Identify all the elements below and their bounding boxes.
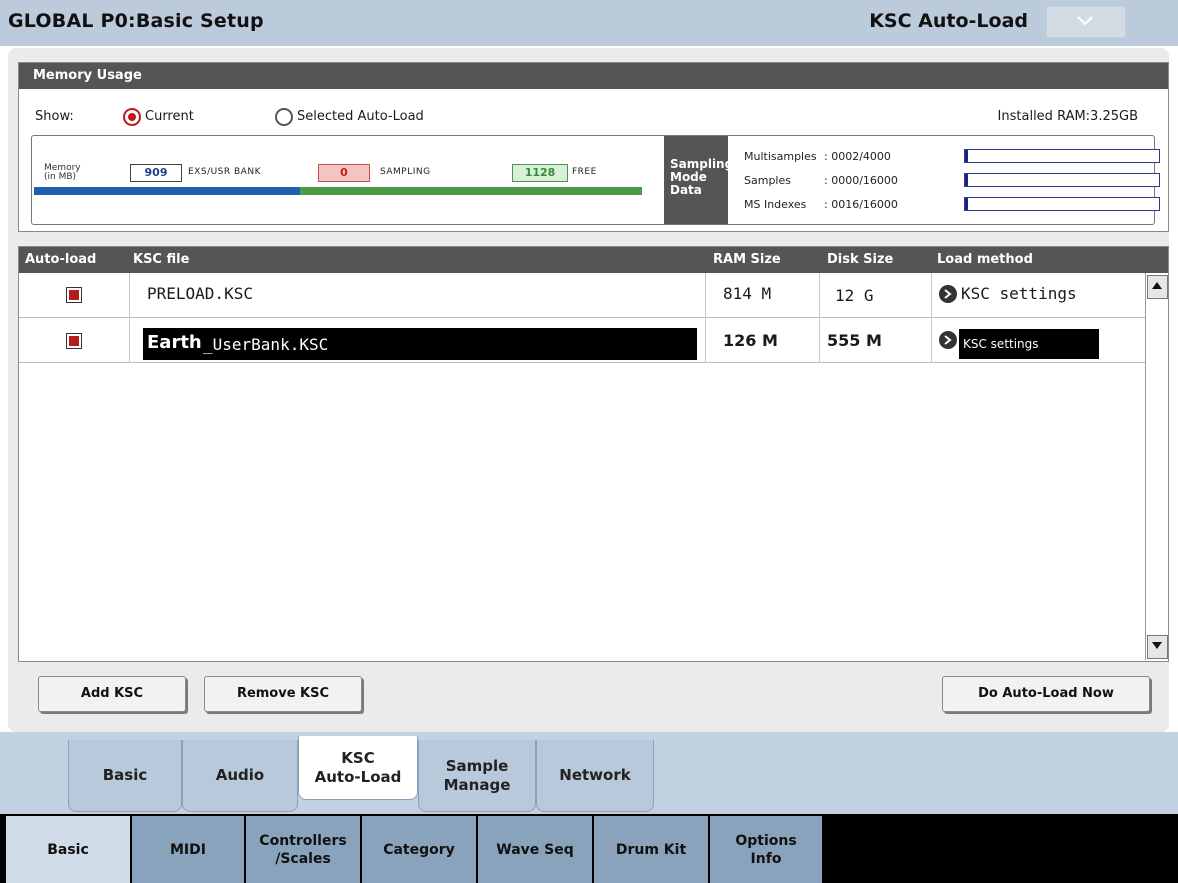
radio-current[interactable]	[123, 108, 141, 126]
column-divider	[819, 273, 820, 363]
ksc-file-name: PRELOAD.KSC	[147, 284, 253, 303]
column-divider	[705, 273, 706, 363]
multisamples-row: Multisamples: 0002/4000	[744, 150, 891, 163]
tab-midi[interactable]: MIDI	[132, 816, 246, 883]
ksc-table: Auto-load KSC file RAM Size Disk Size Lo…	[18, 246, 1169, 662]
page-menu-dropdown[interactable]	[1046, 6, 1126, 38]
col-load-method: Load method	[937, 252, 1033, 267]
tab-basic-sub[interactable]: Basic	[68, 740, 182, 812]
scroll-up-button[interactable]	[1147, 275, 1168, 299]
memory-usage-panel: Memory Usage Show: Current Selected Auto…	[18, 62, 1169, 232]
chevron-right-icon	[939, 331, 957, 349]
samples-row: Samples: 0000/16000	[744, 174, 898, 187]
free-usage-bar	[300, 187, 642, 195]
ram-size: 126 M	[723, 331, 778, 350]
table-scrollbar[interactable]	[1145, 273, 1168, 660]
col-disk-size: Disk Size	[827, 252, 894, 267]
column-divider	[931, 273, 932, 363]
exs-usr-bank-label: EXS/USR BANK	[188, 167, 261, 177]
radio-current-label[interactable]: Current	[145, 109, 194, 124]
tab-ksc-auto-load[interactable]: KSC Auto-Load	[298, 736, 418, 800]
tab-drum-kit[interactable]: Drum Kit	[594, 816, 710, 883]
samples-meter	[964, 173, 1160, 187]
chevron-right-icon	[939, 285, 957, 303]
installed-ram: Installed RAM:3.25GB	[997, 109, 1138, 124]
show-label: Show:	[35, 109, 74, 124]
tab-category[interactable]: Category	[362, 816, 478, 883]
radio-selected-auto-load-label[interactable]: Selected Auto-Load	[297, 109, 424, 124]
sampling-mode-data-label: Sampling Mode Data	[664, 136, 733, 224]
col-ram-size: RAM Size	[713, 252, 781, 267]
tab-network[interactable]: Network	[536, 740, 654, 812]
memory-chart: Memory (in MB) 909 EXS/USR BANK 0 SAMPLI…	[31, 135, 1160, 225]
table-row[interactable]: Earth _UserBank.KSC 126 M 555 M KSC sett…	[19, 318, 1145, 363]
free-label: FREE	[572, 167, 597, 177]
table-header: Auto-load KSC file RAM Size Disk Size Lo…	[19, 247, 1168, 273]
sampling-value: 0	[318, 164, 370, 182]
col-ksc-file: KSC file	[133, 252, 190, 267]
column-divider	[129, 273, 130, 363]
radio-selected-auto-load[interactable]	[275, 108, 293, 126]
ms-indexes-meter	[964, 197, 1160, 211]
tab-basic[interactable]: Basic	[6, 816, 132, 883]
load-method-value[interactable]: KSC settings	[961, 284, 1077, 303]
free-value: 1128	[512, 164, 568, 182]
ram-size: 814 M	[723, 284, 772, 303]
ms-indexes-row: MS Indexes: 0016/16000	[744, 198, 898, 211]
tab-sample-manage[interactable]: Sample Manage	[418, 740, 536, 812]
auto-load-checkbox[interactable]	[66, 287, 82, 303]
scroll-down-button[interactable]	[1147, 635, 1168, 659]
title-bar: GLOBAL P0:Basic Setup KSC Auto-Load	[0, 0, 1178, 46]
page-title: GLOBAL P0:Basic Setup	[8, 10, 264, 32]
table-row[interactable]: PRELOAD.KSC 814 M 12 G KSC settings	[19, 273, 1145, 318]
auto-load-checkbox[interactable]	[66, 333, 82, 349]
ksc-file-name-selected[interactable]: Earth _UserBank.KSC	[143, 328, 697, 360]
disk-size: 555 M	[827, 331, 882, 350]
disk-size: 12 G	[835, 286, 874, 305]
exs-usr-bank-value: 909	[130, 164, 182, 182]
load-method-value-selected[interactable]: KSC settings	[959, 329, 1099, 359]
arrow-down-icon	[1152, 642, 1162, 649]
sampling-label: SAMPLING	[380, 167, 431, 177]
do-auto-load-now-button[interactable]: Do Auto-Load Now	[942, 676, 1150, 712]
memory-usage-header: Memory Usage	[19, 63, 1168, 89]
exs-usage-bar	[34, 187, 300, 195]
col-auto-load: Auto-load	[25, 252, 97, 267]
remove-ksc-button[interactable]: Remove KSC	[204, 676, 362, 712]
page-selector-label: KSC Auto-Load	[869, 10, 1028, 32]
tab-wave-seq[interactable]: Wave Seq	[478, 816, 594, 883]
add-ksc-button[interactable]: Add KSC	[38, 676, 186, 712]
multisamples-meter	[964, 149, 1160, 163]
tab-controllers-scales[interactable]: Controllers /Scales	[246, 816, 362, 883]
chevron-down-icon	[1077, 16, 1093, 26]
arrow-up-icon	[1152, 282, 1162, 289]
tab-audio[interactable]: Audio	[182, 740, 298, 812]
tab-options-info[interactable]: Options Info	[710, 816, 824, 883]
memory-axis-label: Memory (in MB)	[44, 163, 81, 182]
